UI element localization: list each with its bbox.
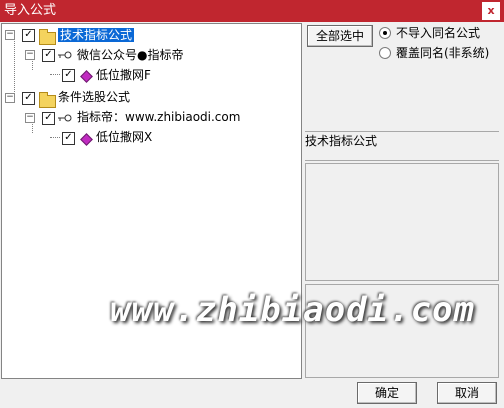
tree-item-group1-leaf[interactable]: 低位撒网F: [96, 66, 151, 84]
tree-item-group1[interactable]: 技术指标公式: [58, 26, 135, 44]
radio-label: 覆盖同名(非系统): [396, 46, 490, 60]
select-all-button[interactable]: 全部选中: [307, 25, 373, 47]
checkbox-icon[interactable]: ✓: [22, 92, 35, 105]
expander-icon[interactable]: −: [25, 50, 35, 60]
description-box: [305, 163, 499, 281]
expander-icon[interactable]: −: [25, 113, 35, 123]
radio-overwrite[interactable]: 覆盖同名(非系统): [379, 45, 489, 61]
checkbox-icon[interactable]: ✓: [42, 112, 55, 125]
checkbox-icon[interactable]: ✓: [62, 132, 75, 145]
tree-item-label: 低位撒网F: [96, 68, 151, 82]
folder-icon: [39, 29, 56, 45]
checkbox-icon[interactable]: ✓: [62, 69, 75, 82]
radio-label: 不导入同名公式: [396, 26, 481, 40]
diamond-icon: [80, 133, 93, 146]
tree-item-label: 指标帝：www.zhibiaodi.com: [77, 110, 241, 124]
radio-icon: [379, 46, 391, 59]
tree-guide-line: [14, 35, 15, 98]
key-icon: [58, 51, 72, 59]
tree-item-label: 微信公众号●指标帝: [77, 48, 184, 62]
tree-item-label: 低位撒网X: [96, 130, 153, 144]
formula-type-text: 技术指标公式: [305, 134, 378, 148]
expander-icon[interactable]: −: [5, 30, 15, 40]
title-bar: 导入公式 x: [0, 0, 504, 22]
window-title: 导入公式: [4, 3, 57, 18]
tree-item-group1-child[interactable]: 微信公众号●指标帝: [77, 46, 183, 64]
tree-item-group2-child[interactable]: 指标帝：www.zhibiaodi.com: [77, 108, 240, 126]
checkbox-icon[interactable]: ✓: [42, 49, 55, 62]
tree-item-group2[interactable]: 条件选股公式: [58, 88, 130, 106]
radio-icon: [379, 26, 391, 39]
radio-no-import[interactable]: 不导入同名公式: [379, 25, 480, 41]
tree-item-label: 技术指标公式: [58, 28, 135, 42]
cancel-button[interactable]: 取消: [437, 382, 497, 404]
ok-button[interactable]: 确定: [357, 382, 417, 404]
tree-guide-line: [50, 74, 60, 75]
checkbox-icon[interactable]: ✓: [22, 29, 35, 42]
formula-type-label: 技术指标公式: [305, 131, 499, 161]
key-icon: [58, 114, 72, 122]
folder-icon: [39, 92, 56, 108]
tree-item-group2-leaf[interactable]: 低位撒网X: [96, 128, 152, 146]
watermark: www.zhibiaodi.com: [110, 290, 475, 330]
diamond-icon: [80, 70, 93, 83]
expander-icon[interactable]: −: [5, 93, 15, 103]
tree-guide-line: [50, 137, 60, 138]
close-button[interactable]: x: [482, 2, 500, 20]
tree-item-label: 条件选股公式: [58, 90, 131, 104]
